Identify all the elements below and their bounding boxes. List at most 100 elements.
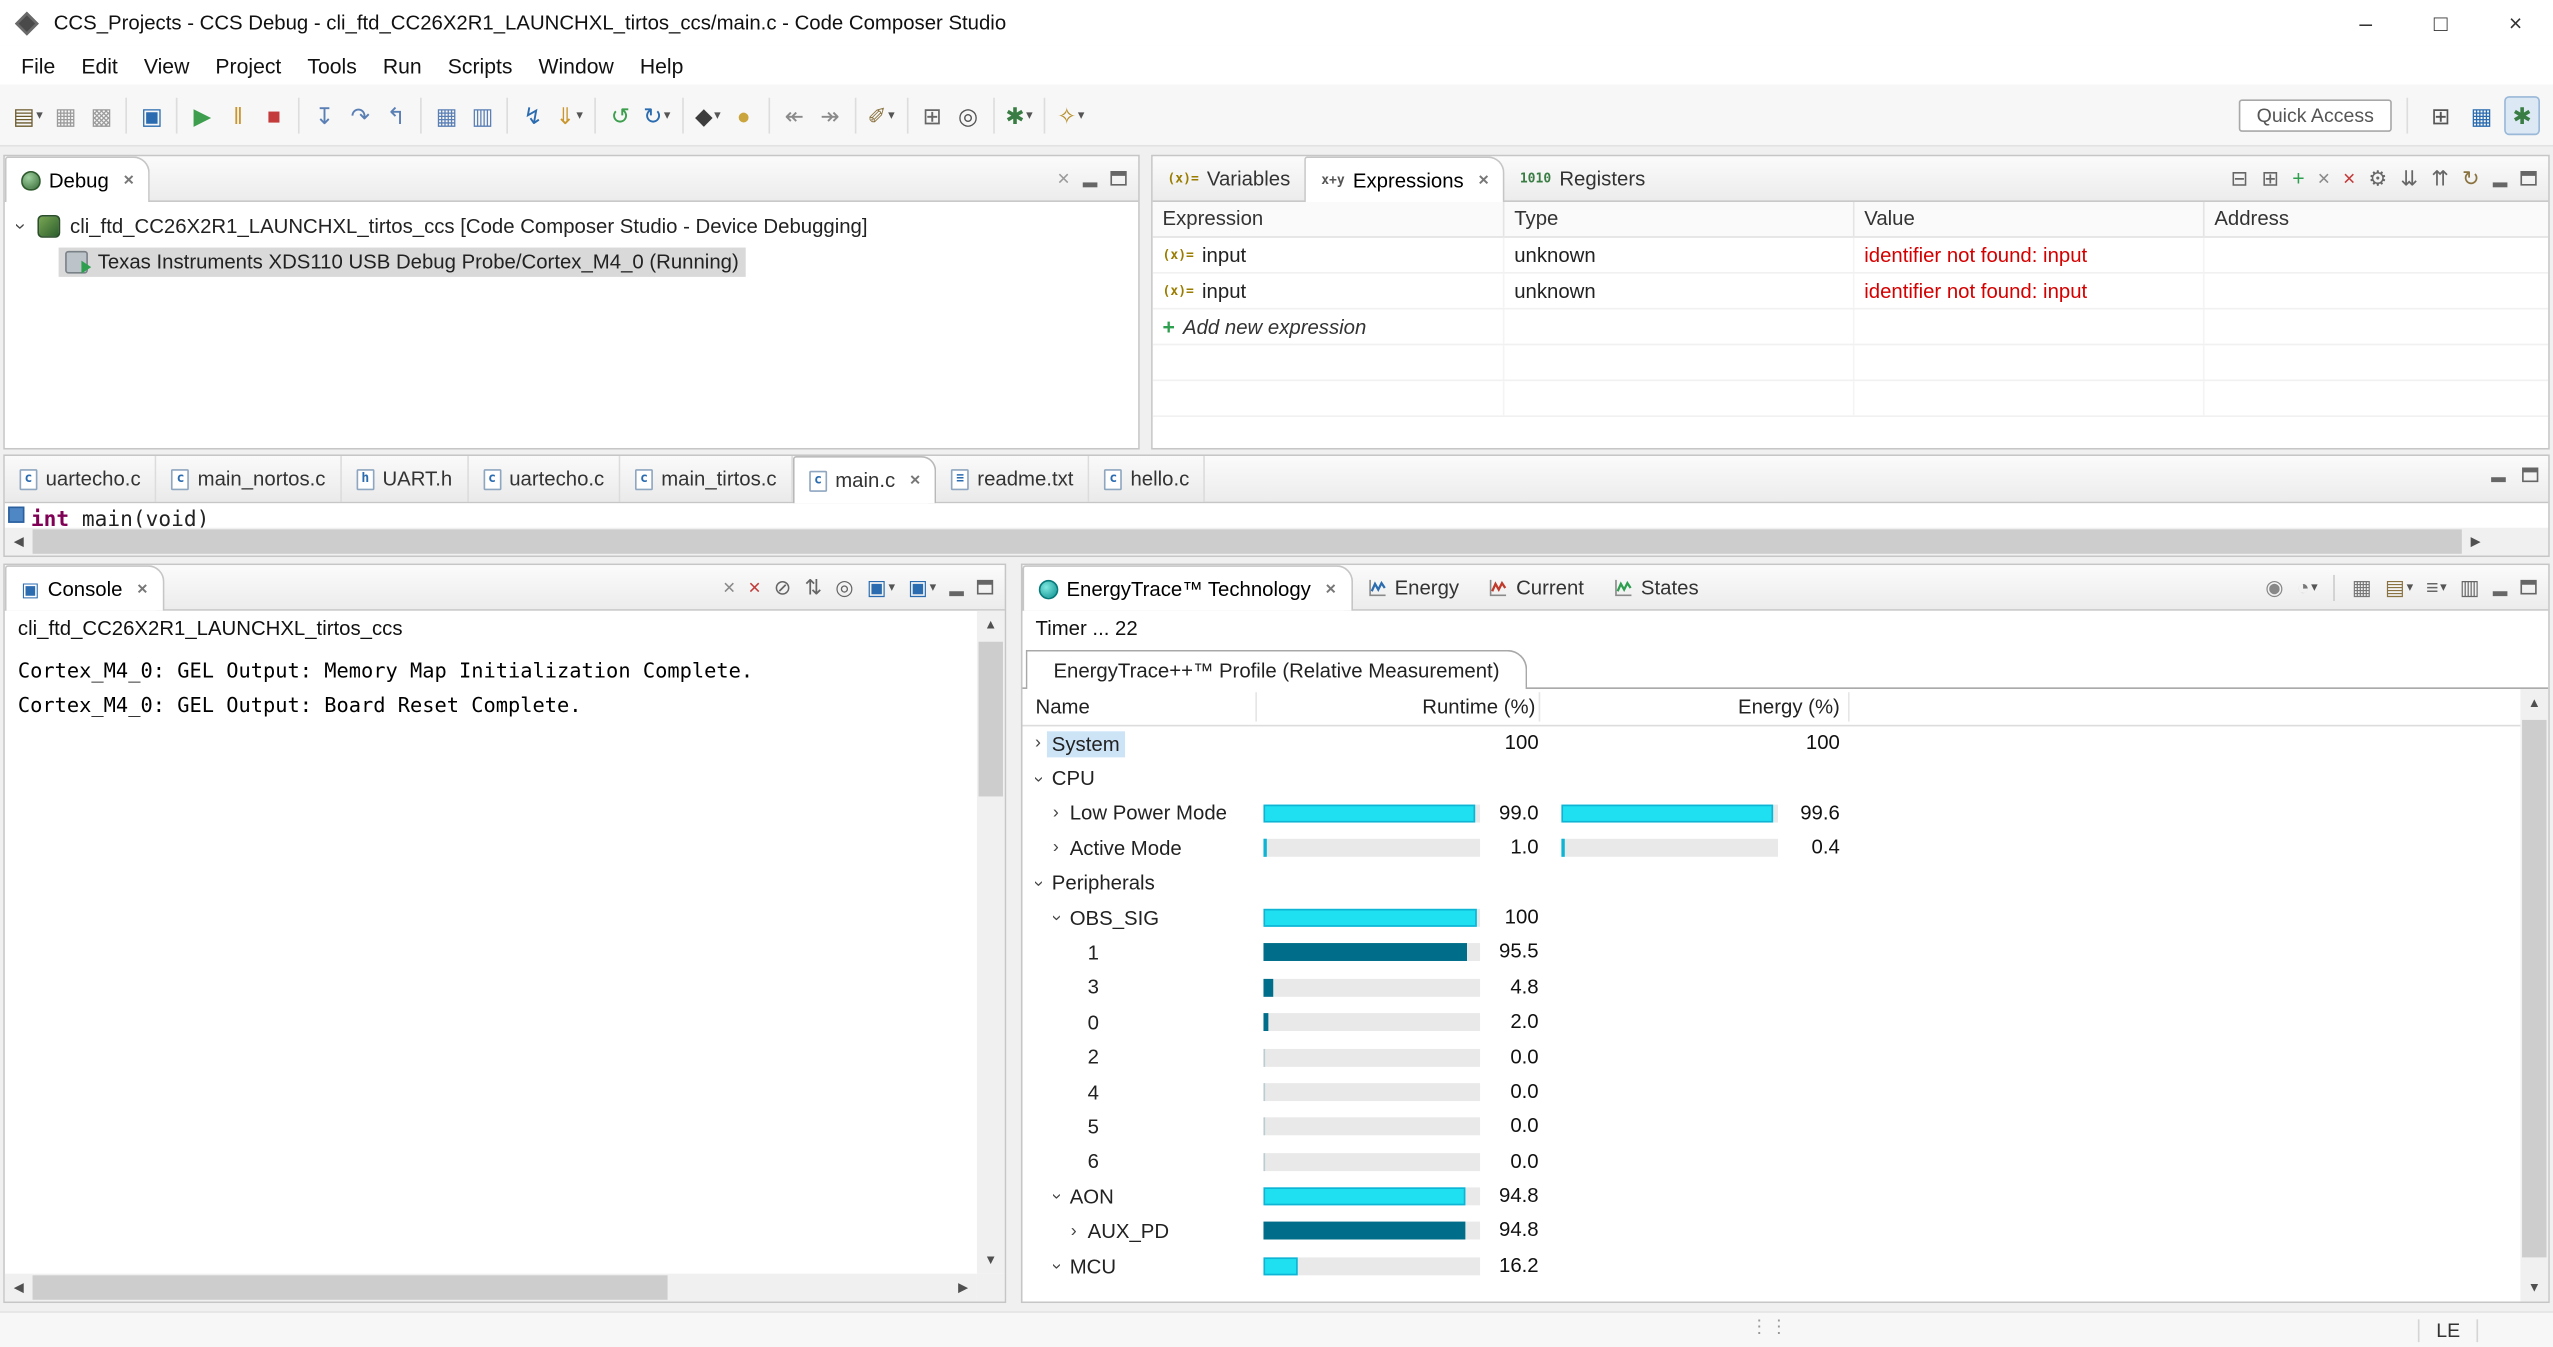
tab-expressions[interactable]: x+yExpressions× (1305, 156, 1505, 202)
maximize-editor-button[interactable] (2522, 466, 2538, 482)
profile-row-6[interactable]: 60.0 (1023, 1145, 2521, 1180)
new-window-icon[interactable]: ⊞ (914, 95, 950, 134)
assembly-step-icon[interactable]: ▦ (429, 95, 465, 134)
menu-window[interactable]: Window (525, 48, 626, 82)
close-tab-icon[interactable]: × (137, 579, 147, 599)
editor-tab-readme-txt[interactable]: ≡readme.txt (937, 456, 1090, 502)
profile-row-2[interactable]: 20.0 (1023, 1040, 2521, 1075)
tab-energytrace[interactable]: EnergyTrace™ Technology× (1023, 565, 1353, 611)
suspend-icon[interactable]: ‖ (220, 95, 256, 134)
editor-tab-hello-c[interactable]: chello.c (1090, 456, 1206, 502)
view-menu-icon[interactable]: ≡▾ (2426, 577, 2447, 598)
tree-expander-icon[interactable]: › (11, 217, 31, 237)
scroll-down-icon[interactable]: ▼ (2520, 1274, 2548, 1302)
tree-expander-icon[interactable]: › (1029, 874, 1047, 892)
expression-row[interactable]: (x)=inputunknownidentifier not found: in… (1153, 274, 2548, 310)
editor-tab-main-c[interactable]: cmain.c× (793, 456, 937, 503)
close-tab-icon[interactable]: × (1478, 170, 1488, 190)
resume-icon[interactable]: ▶ (184, 95, 220, 134)
disconnect-icon[interactable]: × (1057, 168, 1069, 189)
scroll-right-icon[interactable]: ▶ (949, 1274, 977, 1302)
debug-perspective-icon[interactable]: ✱ (2504, 95, 2540, 134)
remove-expression-icon[interactable]: × (2318, 168, 2330, 189)
debug-tree-item[interactable]: ›cli_ftd_CC26X2R1_LAUNCHXL_tirtos_ccs [C… (5, 208, 1138, 244)
minimize-editor-button[interactable] (2491, 466, 2506, 482)
tree-expander-icon[interactable]: › (1047, 805, 1065, 823)
scrollbar-thumb[interactable] (33, 1275, 668, 1299)
tab-console[interactable]: ▣ Console × (5, 565, 164, 611)
profile-row-4[interactable]: 40.0 (1023, 1075, 2521, 1110)
scroll-left-icon[interactable]: ◀ (5, 1274, 33, 1302)
menu-view[interactable]: View (131, 48, 203, 82)
open-console-icon[interactable]: ▣▾ (908, 577, 936, 598)
dropdown-caret-icon[interactable]: ▾ (664, 108, 671, 121)
menu-edit[interactable]: Edit (68, 48, 131, 82)
menu-help[interactable]: Help (627, 48, 697, 82)
tree-expander-icon[interactable]: › (1029, 770, 1047, 788)
dropdown-caret-icon[interactable]: ▾ (2407, 581, 2414, 594)
editor-tab-UART-h[interactable]: hUART.h (342, 456, 469, 502)
close-tab-icon[interactable]: × (910, 471, 920, 491)
minimize-view-button[interactable] (2493, 579, 2508, 595)
expression-row[interactable]: +Add new expression (1153, 309, 2548, 345)
quick-access-box[interactable]: Quick Access (2239, 99, 2392, 132)
profile-row-3[interactable]: 34.8 (1023, 970, 2521, 1005)
statistics-icon[interactable]: ▥ (2460, 577, 2480, 598)
minimize-window-button[interactable]: – (2328, 0, 2403, 46)
dropdown-caret-icon[interactable]: ▾ (36, 108, 43, 121)
maximize-view-button[interactable] (2520, 580, 2536, 595)
step-into-icon[interactable]: ↧ (307, 95, 343, 134)
maximize-view-button[interactable] (2520, 171, 2536, 186)
tree-expander-icon[interactable]: › (1047, 909, 1065, 927)
menu-run[interactable]: Run (370, 48, 435, 82)
close-tab-icon[interactable]: × (1325, 579, 1335, 599)
maximize-view-button[interactable] (977, 580, 993, 595)
column-expression[interactable]: Expression (1153, 202, 1505, 236)
tab-debug[interactable]: Debug × (5, 156, 150, 202)
tab-energy[interactable]: Energy (1352, 565, 1473, 609)
scroll-down-icon[interactable]: ▼ (977, 1246, 1005, 1274)
tab-registers[interactable]: 1010Registers (1505, 156, 1660, 200)
debug-tree-item[interactable]: Texas Instruments XDS110 USB Debug Probe… (5, 244, 1138, 280)
menu-tools[interactable]: Tools (294, 48, 369, 82)
menu-project[interactable]: Project (202, 48, 294, 82)
tree-expander-icon[interactable]: › (1047, 839, 1065, 857)
profile-row-Peripherals[interactable]: ›Peripherals (1023, 866, 2521, 901)
debug-tree[interactable]: ›cli_ftd_CC26X2R1_LAUNCHXL_tirtos_ccs [C… (5, 202, 1138, 448)
open-perspective-icon[interactable]: ⊞ (2423, 95, 2459, 134)
column-runtime[interactable]: Runtime (%) (1263, 695, 1535, 718)
terminate-icon[interactable]: ■ (256, 95, 292, 134)
profile-row-MCU[interactable]: ›MCU16.2 (1023, 1249, 2521, 1284)
tree-expander-icon[interactable]: › (1029, 735, 1047, 753)
column-energy[interactable]: Energy (%) (1561, 695, 1839, 718)
ccs-edit-perspective-icon[interactable]: ▦ (2463, 95, 2499, 134)
remove-all-expressions-icon[interactable]: × (2343, 168, 2355, 189)
key-icon[interactable]: ✧▾ (1052, 95, 1089, 134)
tab-current[interactable]: Current (1474, 565, 1599, 609)
scroll-right-icon[interactable]: ▶ (2462, 528, 2490, 556)
new-file-icon[interactable]: ▤▾ (8, 95, 47, 134)
profile-row-0[interactable]: 02.0 (1023, 1005, 2521, 1040)
code-editor[interactable]: int main(void) (5, 503, 2548, 527)
connect-target-icon[interactable]: ↯ (515, 95, 551, 134)
profile-row-AON[interactable]: ›AON94.8 (1023, 1179, 2521, 1214)
close-tab-icon[interactable]: × (123, 170, 133, 190)
minimize-view-button[interactable] (1083, 170, 1098, 186)
refresh-icon[interactable]: ↻ (2462, 168, 2480, 189)
editor-tab-uartecho-c[interactable]: cuartecho.c (468, 456, 620, 502)
scroll-up-icon[interactable]: ▲ (977, 611, 1005, 639)
profile-row-5[interactable]: 50.0 (1023, 1110, 2521, 1145)
add-expression-icon[interactable]: + (2292, 168, 2304, 189)
column-name[interactable]: Name (1036, 695, 1090, 718)
open-folder-icon[interactable]: ▤▾ (2385, 577, 2413, 598)
dropdown-caret-icon[interactable]: ▾ (2311, 581, 2318, 594)
power-icon[interactable]: ◉ (2265, 577, 2283, 598)
dropdown-caret-icon[interactable]: ▾ (1026, 108, 1033, 121)
editor-tab-main_tirtos-c[interactable]: cmain_tirtos.c (621, 456, 793, 502)
fill-color-icon[interactable]: ◆▾ (690, 95, 726, 134)
memory-icon[interactable]: ▥ (464, 95, 500, 134)
remove-launch-icon[interactable]: × (723, 577, 735, 598)
minimize-view-button[interactable] (2493, 170, 2508, 186)
scroll-up-icon[interactable]: ▲ (2520, 689, 2548, 717)
dropdown-caret-icon[interactable]: ▾ (930, 581, 937, 594)
